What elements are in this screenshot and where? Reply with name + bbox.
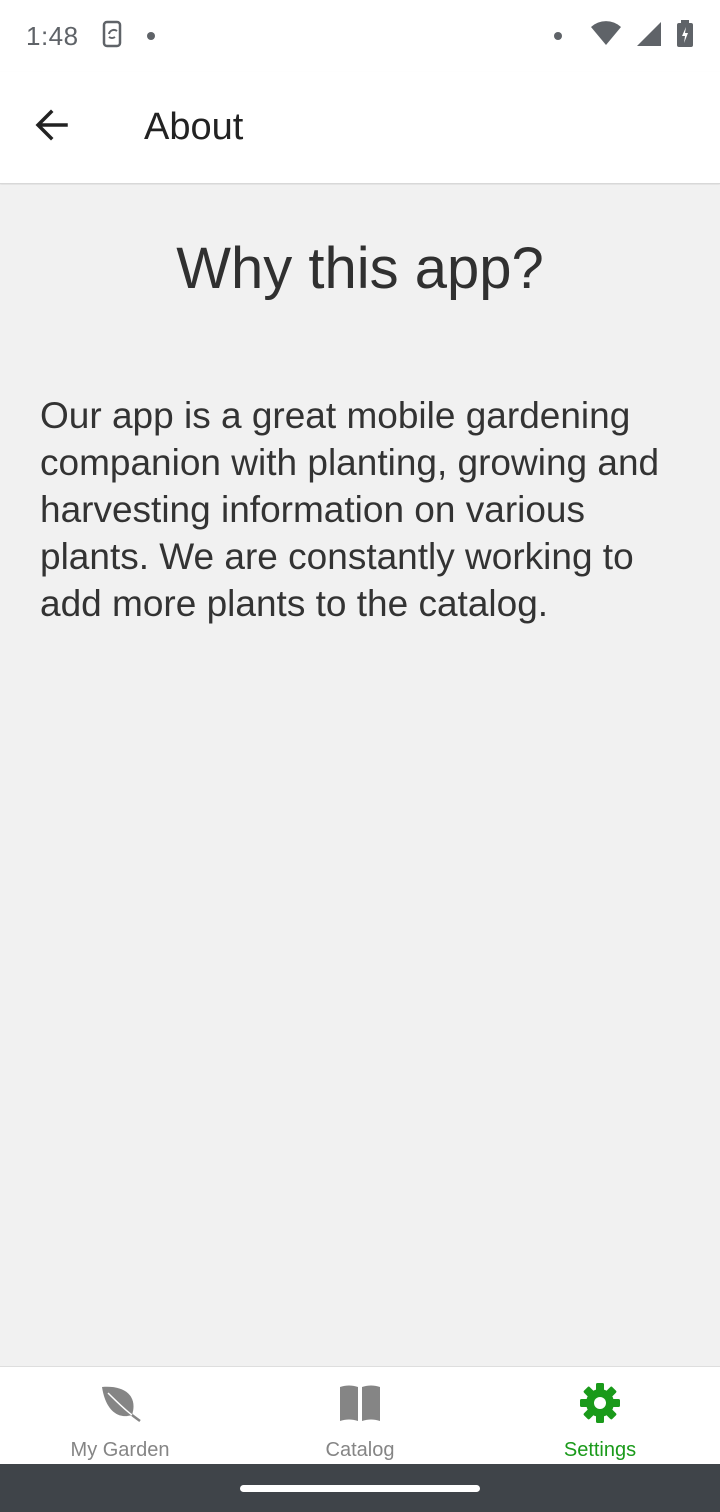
nav-label-settings: Settings [563,1439,637,1461]
app-bar: About [0,72,720,184]
page-title: About [144,106,244,148]
back-button[interactable] [0,72,104,184]
nav-label-my-garden: My Garden [70,1439,170,1461]
about-description: Our app is a great mobile gardening comp… [40,395,660,624]
nav-item-catalog[interactable]: Catalog [240,1367,480,1464]
notification-dot-icon [146,32,155,40]
nav-label-catalog: Catalog [325,1439,395,1461]
status-bar: 1:48 [0,0,720,72]
arrow-back-icon [34,107,70,148]
gear-icon [579,1381,621,1425]
home-gesture-handle[interactable] [240,1484,480,1492]
bottom-navigation: My Garden Catalog Settings [0,1366,720,1464]
screen: 1:48 About Why this app? Our app is a gr… [0,0,720,1512]
system-navigation-bar [0,1464,720,1512]
nav-item-settings[interactable]: Settings [480,1367,720,1464]
status-time: 1:48 [26,20,79,51]
wifi-icon [590,20,622,52]
leaf-icon [98,1381,142,1425]
nav-item-my-garden[interactable]: My Garden [0,1367,240,1464]
notification-dot-icon [554,32,562,40]
about-content: Why this app? Our app is a great mobile … [0,185,720,1366]
about-heading: Why this app? [176,236,544,301]
book-icon [338,1381,382,1425]
signal-icon [636,21,662,52]
battery-icon [676,19,694,53]
screen-rotate-icon [101,20,125,53]
